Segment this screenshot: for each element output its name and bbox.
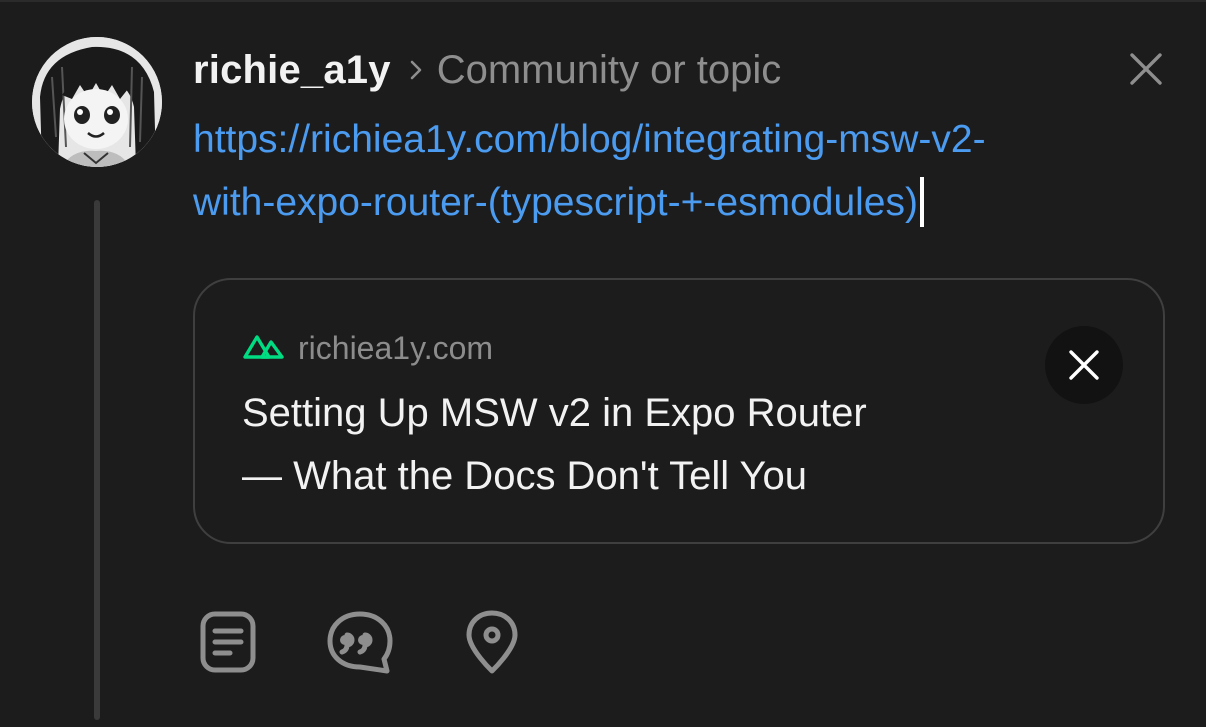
link-preview-title: Setting Up MSW v2 in Expo Router — What …: [242, 382, 1002, 508]
remove-link-preview-button[interactable]: [1045, 326, 1123, 404]
quote-button[interactable]: [324, 606, 396, 678]
attach-document-button[interactable]: [192, 606, 264, 678]
thread-line: [94, 200, 100, 720]
nuxt-logo-icon: [242, 332, 286, 365]
link-preview-card[interactable]: richiea1y.com Setting Up MSW v2 in Expo …: [193, 278, 1165, 544]
close-icon: [1130, 53, 1162, 85]
quote-icon: [327, 611, 393, 674]
link-preview-title-line-1: Setting Up MSW v2 in Expo Router: [242, 391, 867, 435]
avatar[interactable]: [32, 37, 162, 167]
close-button[interactable]: [1124, 47, 1168, 91]
chevron-right-icon: [409, 59, 423, 81]
location-pin-icon: [466, 610, 518, 674]
link-preview-title-line-2: — What the Docs Don't Tell You: [242, 454, 807, 498]
document-icon: [200, 611, 256, 673]
compose-text-line-1: https://richiea1y.com/blog/integrating-m…: [193, 118, 986, 161]
avatar-image: [32, 37, 162, 167]
post-header: richie_a1y Community or topic: [193, 44, 781, 96]
compose-text-line-2: with-expo-router-(typescript-+-esmodules…: [193, 171, 1173, 234]
link-preview-domain-row: richiea1y.com: [242, 330, 493, 367]
link-preview-domain: richiea1y.com: [298, 330, 494, 366]
compose-text-input[interactable]: https://richiea1y.com/blog/integrating-m…: [193, 108, 1173, 234]
close-icon: [1069, 350, 1099, 380]
add-location-button[interactable]: [456, 606, 528, 678]
top-divider: [0, 0, 1206, 2]
compose-text-line-2-content: with-expo-router-(typescript-+-esmodules…: [193, 181, 918, 224]
text-cursor: [920, 177, 924, 227]
username[interactable]: richie_a1y: [193, 48, 391, 93]
community-topic-selector[interactable]: Community or topic: [437, 48, 782, 93]
